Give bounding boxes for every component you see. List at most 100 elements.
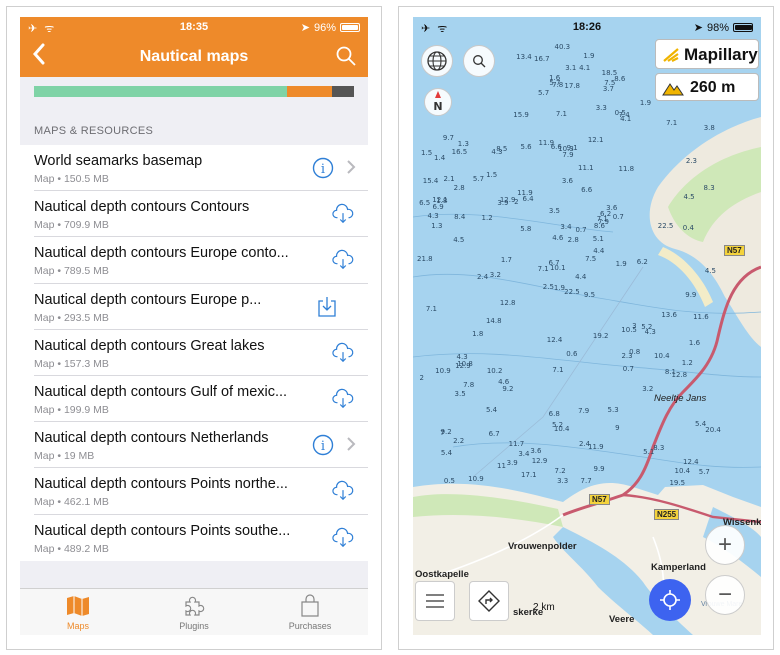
item-subtitle: Map • 489.2 MB xyxy=(34,542,109,555)
depth-sounding: 9 xyxy=(615,423,620,432)
depth-sounding: 2.4 xyxy=(477,273,489,282)
depth-sounding: 6.6 xyxy=(581,186,593,195)
list-item[interactable]: World seamarks basemap Map • 150.5 MB i xyxy=(34,145,368,192)
cloud-download-icon[interactable] xyxy=(332,203,354,225)
info-icon[interactable]: i xyxy=(312,434,334,456)
depth-sounding: 2.5 xyxy=(542,283,554,292)
depth-sounding: 9.7 xyxy=(442,133,454,142)
depth-sounding: 9.9 xyxy=(685,291,697,300)
maps-list: World seamarks basemap Map • 150.5 MB i … xyxy=(20,145,368,561)
layers-button[interactable] xyxy=(421,45,453,77)
depth-sounding: 3.2 xyxy=(642,385,654,394)
depth-sounding: 2.8 xyxy=(567,236,579,245)
svg-text:i: i xyxy=(321,439,325,454)
mapillary-label: Mapillary xyxy=(684,45,758,64)
item-subtitle: Map • 709.9 MB xyxy=(34,219,109,232)
compass-button[interactable]: N xyxy=(424,88,452,116)
mapillary-button[interactable]: Mapillary xyxy=(655,39,759,69)
depth-sounding: 10.2 xyxy=(486,366,503,375)
depth-sounding: 1.3 xyxy=(457,139,469,148)
nautical-maps-screen: ✈ ᯤ 18:35 ➤ 96% Nautical maps MAPS & RES… xyxy=(20,17,368,635)
place-label: Vrouwenpolder xyxy=(508,541,577,552)
list-item[interactable]: Nautical depth contours Europe p... Map … xyxy=(34,284,368,330)
depth-sounding: 4.1 xyxy=(620,115,632,124)
depth-sounding: 40.3 xyxy=(554,42,571,51)
depth-sounding: 7.8 xyxy=(463,381,475,390)
depth-sounding: 1.9 xyxy=(639,99,652,107)
zoom-in-button[interactable]: + xyxy=(705,525,745,565)
depth-sounding: 0.5 xyxy=(443,476,455,485)
route-button[interactable] xyxy=(469,581,509,621)
list-item[interactable]: Nautical depth contours Points northe...… xyxy=(34,468,368,515)
menu-button[interactable] xyxy=(415,581,455,621)
depth-sounding: 4.4 xyxy=(593,247,605,256)
depth-sounding: 11 xyxy=(497,461,506,470)
depth-sounding: 21.8 xyxy=(417,255,433,264)
altitude-widget[interactable]: 260 m xyxy=(655,73,759,101)
depth-sounding: 11.1 xyxy=(578,163,594,172)
battery-icon xyxy=(340,23,360,32)
cloud-download-icon[interactable] xyxy=(332,527,354,549)
depth-sounding: 9.9 xyxy=(593,465,605,474)
depth-sounding: 0.7 xyxy=(575,226,587,235)
my-location-button[interactable] xyxy=(649,579,691,621)
chevron-right-icon xyxy=(347,437,356,451)
depth-sounding: 4.5 xyxy=(453,236,465,245)
item-title: Nautical depth contours Points southe... xyxy=(34,522,291,539)
depth-sounding: 7.7 xyxy=(580,476,592,485)
depth-sounding: 12.8 xyxy=(499,298,516,307)
list-item[interactable]: Nautical depth contours Great lakes Map … xyxy=(34,330,368,376)
info-icon[interactable]: i xyxy=(312,157,334,179)
chevron-right-icon xyxy=(347,160,356,174)
depth-sounding: 2 xyxy=(419,373,424,382)
crosshair-icon xyxy=(660,590,680,610)
scale-label: 2 km xyxy=(533,602,555,613)
depth-sounding: 3.9 xyxy=(506,458,518,467)
depth-sounding: 7.1 xyxy=(552,366,564,375)
depth-sounding: 3.8 xyxy=(703,124,715,133)
map-screen[interactable]: 22.5 16.5 10.1 9.2 8.6 9.2 8.6 9.1 7.4 7.5 5.7 4.5 3… xyxy=(413,17,761,635)
depth-sounding: 5.7 xyxy=(538,88,550,97)
tab-maps[interactable]: Maps xyxy=(20,589,136,635)
list-item[interactable]: Nautical depth contours Contours Map • 7… xyxy=(34,191,368,238)
depth-sounding: 8.3 xyxy=(703,183,715,192)
cloud-download-icon[interactable] xyxy=(332,249,354,271)
depth-sounding: 10.4 xyxy=(674,467,691,476)
depth-sounding: 7 xyxy=(440,428,445,437)
download-tray-icon[interactable] xyxy=(316,296,338,318)
status-right: ➤ 98% xyxy=(694,21,753,34)
depth-sounding: 6.8 xyxy=(548,409,560,418)
tab-plugins[interactable]: Plugins xyxy=(136,589,252,635)
depth-sounding: 8.3 xyxy=(653,443,665,452)
zoom-out-button[interactable]: − xyxy=(705,575,745,615)
search-button[interactable] xyxy=(336,46,356,66)
tab-purchases[interactable]: Purchases xyxy=(252,589,368,635)
tab-bar: Maps Plugins Purchases xyxy=(20,588,368,635)
depth-sounding: 1.6 xyxy=(688,339,701,348)
list-item[interactable]: Nautical depth contours Europe conto... … xyxy=(34,237,368,284)
cloud-download-icon[interactable] xyxy=(332,388,354,410)
depth-sounding: 2.2 xyxy=(453,436,465,445)
depth-sounding: 3.7 xyxy=(602,84,615,93)
depth-sounding: 10.9 xyxy=(435,367,451,376)
battery-percent: 96% xyxy=(313,21,336,34)
depth-sounding: 16.7 xyxy=(534,55,550,64)
depth-sounding: 4.3 xyxy=(456,352,468,361)
list-item[interactable]: Nautical depth contours Gulf of mexic...… xyxy=(34,376,368,423)
road-label: N57 xyxy=(589,494,610,505)
depth-sounding: 5.7 xyxy=(472,174,485,183)
cloud-download-icon[interactable] xyxy=(332,480,354,502)
depth-sounding: 4.3 xyxy=(491,148,503,157)
list-item[interactable]: Nautical depth contours Netherlands Map … xyxy=(34,422,368,469)
battery-percent: 98% xyxy=(706,21,729,34)
depth-sounding: 1.8 xyxy=(472,330,484,339)
item-subtitle: Map • 199.9 MB xyxy=(34,403,109,416)
map-search-button[interactable] xyxy=(463,45,495,77)
cloud-download-icon[interactable] xyxy=(332,342,354,364)
status-bar: ✈ ᯤ 18:26 ➤ 98% xyxy=(413,17,761,37)
list-item[interactable]: Nautical depth contours Points southe...… xyxy=(34,515,368,561)
tab-label: Maps xyxy=(66,621,89,631)
item-title: Nautical depth contours Gulf of mexic... xyxy=(34,383,288,400)
depth-sounding: 4.4 xyxy=(575,272,587,281)
depth-sounding: 7.1 xyxy=(425,305,437,314)
